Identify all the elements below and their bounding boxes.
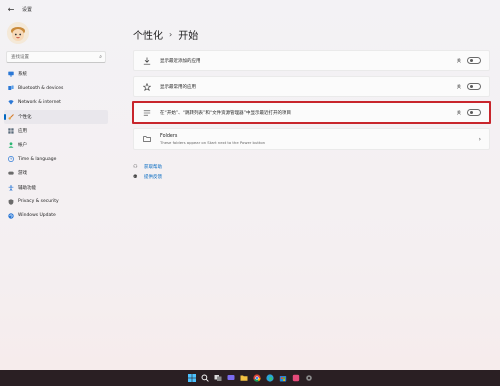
sidebar-item-label: Windows Update [18,213,56,219]
sidebar-item-bluetooth[interactable]: Bluetooth & devices [4,81,108,95]
sidebar-item-label: Privacy & security [18,199,59,205]
shield-icon [8,199,14,205]
recently-opened-toggle[interactable] [467,109,481,116]
folder-icon [142,134,152,144]
search-icon[interactable] [200,374,209,383]
sidebar-item-privacy[interactable]: Privacy & security [4,195,108,209]
settings-window: ← 设置 查找设置 ⌕ 系统 Bluetooth & devices Netwo… [0,0,500,370]
chrome-icon[interactable] [252,374,261,383]
most-used-toggle[interactable] [467,83,481,90]
page-title: 开始 [178,31,199,42]
get-help-link[interactable]: ⚇ 获取帮助 [133,162,162,172]
chevron-right-icon: › [478,135,481,143]
feedback-icon: ⚉ [133,174,138,180]
sidebar-item-time-language[interactable]: Time & language [4,152,108,166]
chevron-right-icon: › [169,30,173,39]
search-placeholder: 查找设置 [11,55,29,60]
windows-start-icon[interactable] [187,374,196,383]
globe-clock-icon [8,156,14,163]
sidebar-item-personalization[interactable]: 个性化 [4,109,108,124]
avatar[interactable] [7,22,29,44]
link-label: 获取帮助 [144,165,162,170]
arrow-left-icon: ← [7,4,15,14]
edge-icon[interactable] [265,374,274,383]
title-bar: ← 设置 [0,0,500,18]
recently-added-toggle[interactable] [467,57,481,64]
search-icon: ⌕ [99,54,102,60]
wifi-icon [8,99,14,106]
app-icon[interactable] [291,374,300,383]
brush-icon [8,113,14,120]
setting-most-used-apps: 显示最常用的应用 关 [133,76,490,97]
sidebar-item-label: 系统 [18,72,27,78]
folders-setting[interactable]: Folders These folders appear on Start ne… [133,128,490,150]
apps-icon [8,128,14,134]
toggle-state-label: 关 [456,84,461,90]
sidebar: 查找设置 ⌕ 系统 Bluetooth & devices Network & … [0,18,112,370]
toggle-state-label: 关 [456,58,461,64]
taskbar [0,370,500,386]
sidebar-item-label: 帐户 [18,143,27,149]
sidebar-item-accounts[interactable]: 帐户 [4,138,108,152]
download-icon [142,56,152,66]
sidebar-item-apps[interactable]: 应用 [4,124,108,138]
help-links: ⚇ 获取帮助 ⚉ 提供反馈 [133,162,162,182]
sidebar-item-label: Bluetooth & devices [18,85,64,91]
file-explorer-icon[interactable] [239,374,248,383]
account-icon [8,142,14,148]
sidebar-item-label: 应用 [18,128,27,134]
star-icon [142,82,152,92]
link-label: 提供反馈 [144,175,162,180]
folders-subtitle: These folders appear on Start next to th… [160,139,266,145]
app-title: 设置 [22,6,33,13]
chat-icon[interactable] [226,374,235,383]
sidebar-item-network[interactable]: Network & internet [4,95,108,109]
gamepad-icon [8,170,14,176]
setting-label: 在“开始”、“跳转列表”和“文件资源管理器”中显示最近打开的项目 [160,110,291,116]
monitor-icon [8,71,14,77]
setting-recently-opened-items: 在“开始”、“跳转列表”和“文件资源管理器”中显示最近打开的项目 关 [133,102,490,123]
search-input[interactable]: 查找设置 ⌕ [6,51,106,63]
breadcrumb-parent[interactable]: 个性化 [133,27,163,42]
sidebar-item-label: 游戏 [18,171,27,177]
sidebar-item-label: 个性化 [18,114,32,120]
store-icon[interactable] [278,374,287,383]
folders-text: Folders These folders appear on Start ne… [160,134,479,145]
list-icon [142,108,152,118]
setting-label: 显示最近添加的应用 [160,58,201,64]
sidebar-item-system[interactable]: 系统 [4,67,108,81]
toggle-state-label: 关 [456,110,461,116]
breadcrumb: 个性化 › 开始 [133,27,198,42]
sidebar-item-gaming[interactable]: 游戏 [4,166,108,180]
update-icon [8,213,14,219]
sidebar-item-accessibility[interactable]: 辅助功能 [4,181,108,195]
accessibility-icon [8,184,14,191]
bluetooth-icon [8,85,14,91]
setting-recently-added-apps: 显示最近添加的应用 关 [133,50,490,71]
settings-icon[interactable] [304,374,313,383]
help-icon: ⚇ [133,164,138,170]
task-view-icon[interactable] [213,374,222,383]
folders-title: Folders [160,133,178,139]
back-button[interactable]: ← [3,1,19,17]
setting-label: 显示最常用的应用 [160,84,196,90]
give-feedback-link[interactable]: ⚉ 提供反馈 [133,172,162,182]
sidebar-item-label: Time & language [18,156,57,162]
sidebar-nav: 系统 Bluetooth & devices Network & interne… [4,67,108,223]
sidebar-item-label: 辅助功能 [18,185,36,191]
cartoon-avatar-icon [7,22,29,44]
sidebar-item-label: Network & internet [18,99,61,105]
sidebar-item-windows-update[interactable]: Windows Update [4,209,108,223]
